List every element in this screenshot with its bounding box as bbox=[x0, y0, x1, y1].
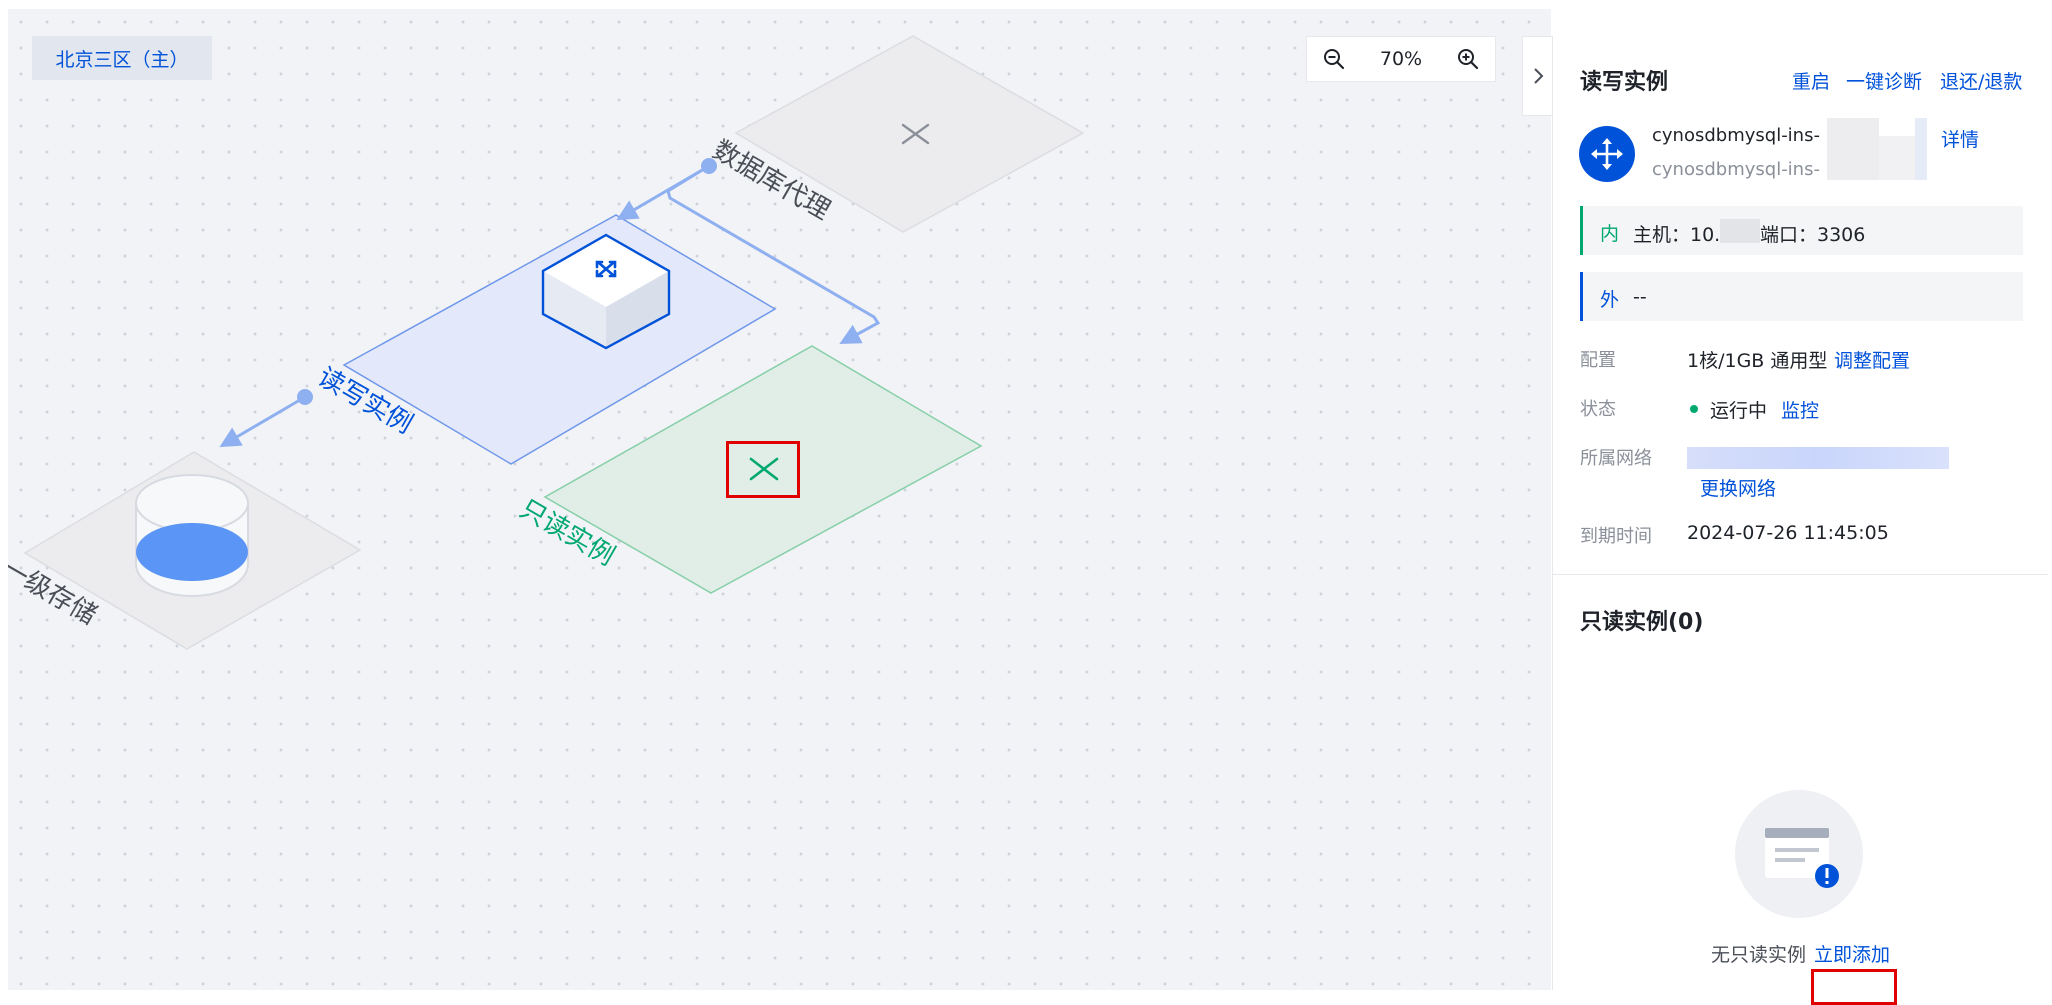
status-dot bbox=[1690, 405, 1698, 413]
empty-illustration bbox=[1735, 790, 1863, 918]
rw-port-dot bbox=[297, 389, 313, 405]
change-network-link[interactable]: 更换网络 bbox=[1700, 474, 1776, 501]
zoom-out-icon[interactable] bbox=[1319, 44, 1349, 74]
instance-avatar bbox=[1579, 126, 1635, 182]
readonly-node-highlight[interactable] bbox=[726, 441, 800, 498]
instance-name: cynosdbmysql-ins- bbox=[1652, 159, 1820, 180]
status-value: 运行中 bbox=[1710, 400, 1768, 422]
refund-link[interactable]: 退还/退款 bbox=[1940, 67, 2022, 94]
region-tag: 北京三区（主） bbox=[32, 36, 212, 80]
redacted-mask bbox=[1915, 118, 1927, 180]
add-readonly-link[interactable]: 立即添加 bbox=[1814, 940, 1890, 967]
config-label: 配置 bbox=[1580, 350, 1616, 371]
section-divider bbox=[1553, 574, 2048, 575]
adjust-config-link[interactable]: 调整配置 bbox=[1834, 346, 1910, 373]
move-icon bbox=[1591, 138, 1623, 170]
zoom-control: 70% bbox=[1306, 36, 1496, 82]
expire-value: 2024-07-26 11:45:05 bbox=[1687, 522, 1889, 544]
topology-diagram: 数据库代理 读写实例 只读实例 一级存储 bbox=[8, 35, 1085, 650]
collapse-panel-button[interactable] bbox=[1522, 36, 1553, 116]
external-value: -- bbox=[1633, 286, 1647, 308]
internal-host[interactable]: 主机：10. bbox=[1633, 220, 1720, 247]
internal-port: 端口：3306 bbox=[1760, 224, 1866, 246]
internal-tag: 内 bbox=[1600, 223, 1620, 245]
restart-link[interactable]: 重启 bbox=[1792, 67, 1830, 94]
zoom-in-icon[interactable] bbox=[1453, 44, 1483, 74]
details-link[interactable]: 详情 bbox=[1941, 125, 1979, 152]
readonly-title: 只读实例(0) bbox=[1580, 610, 1704, 635]
database-icon bbox=[135, 474, 249, 597]
network-value-redacted bbox=[1687, 447, 1949, 469]
status-label: 状态 bbox=[1580, 399, 1616, 420]
expire-label: 到期时间 bbox=[1580, 526, 1652, 547]
internal-network-row: 内 主机：10. 端口：3306 bbox=[1580, 206, 2023, 255]
external-tag: 外 bbox=[1600, 289, 1620, 311]
add-readonly-highlight bbox=[1811, 969, 1897, 1005]
empty-text: 无只读实例 bbox=[1711, 944, 1807, 966]
monitor-link[interactable]: 监控 bbox=[1781, 396, 1819, 423]
external-network-row: 外 -- bbox=[1580, 272, 2023, 321]
panel-title: 读写实例 bbox=[1580, 70, 1669, 95]
instance-id[interactable]: cynosdbmysql-ins- bbox=[1652, 125, 1820, 146]
chevron-right-icon bbox=[1534, 68, 1544, 84]
redacted-mask bbox=[1720, 219, 1760, 243]
topology-canvas[interactable]: 数据库代理 读写实例 只读实例 一级存储 北京三区（主） 70% bbox=[8, 9, 1551, 990]
network-label: 所属网络 bbox=[1580, 448, 1652, 469]
zoom-value: 70% bbox=[1379, 48, 1423, 70]
config-value: 1核/1GB 通用型 bbox=[1687, 350, 1828, 372]
redacted-mask bbox=[1879, 136, 1919, 180]
redacted-mask bbox=[1827, 118, 1879, 180]
instance-panel: 读写实例 重启 一键诊断 退还/退款 cynosdbmysql-ins- cyn… bbox=[1552, 36, 2048, 1005]
diagnose-link[interactable]: 一键诊断 bbox=[1846, 67, 1922, 94]
empty-document-icon bbox=[1765, 828, 1839, 888]
